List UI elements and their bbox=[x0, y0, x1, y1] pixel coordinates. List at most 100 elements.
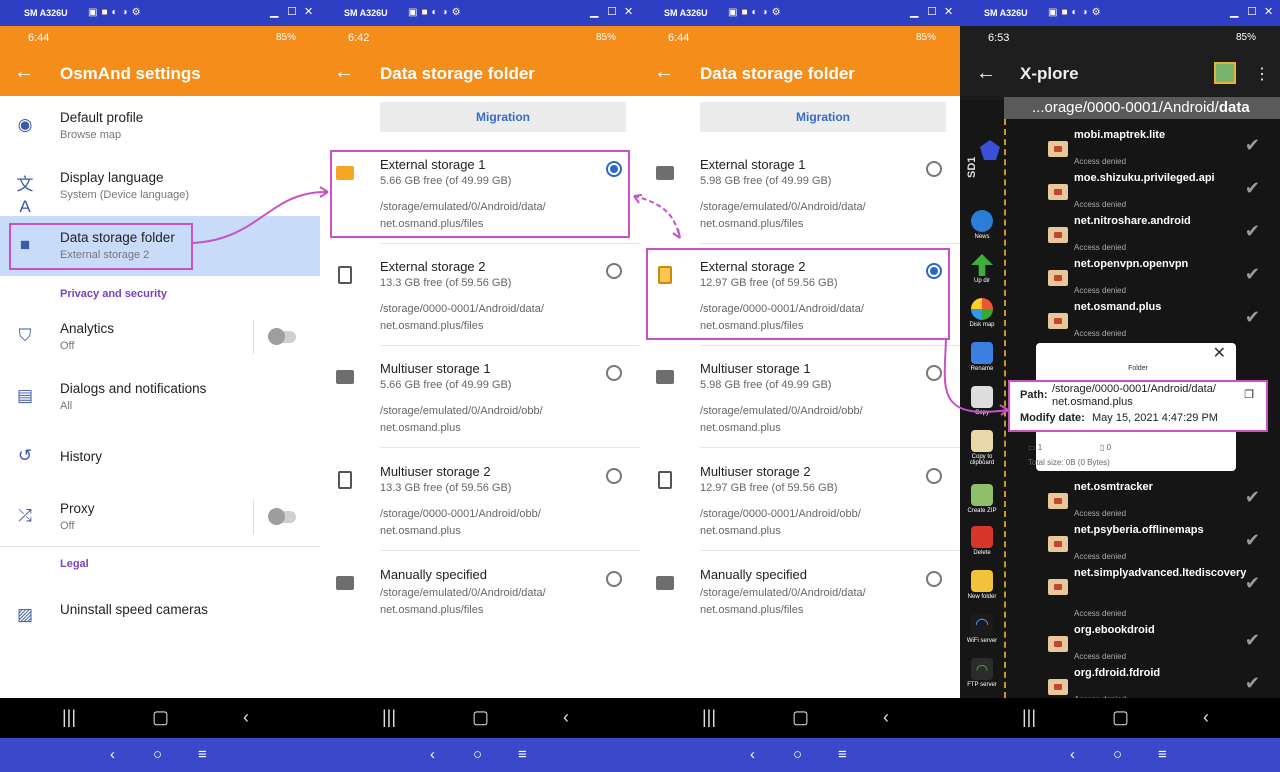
list-item[interactable]: net.simplyadvanced.ltediscovery Access de… bbox=[1006, 561, 1280, 618]
home-icon[interactable]: ▢ bbox=[792, 707, 809, 728]
minimize-icon[interactable]: ▁ bbox=[910, 6, 918, 18]
back-arrow-icon[interactable]: ← bbox=[976, 62, 996, 85]
maximize-icon[interactable]: ☐ bbox=[1247, 6, 1257, 18]
minimize-icon[interactable]: ▁ bbox=[270, 6, 278, 18]
close-icon[interactable]: ✕ bbox=[1264, 6, 1273, 18]
setting-analytics[interactable]: ⛉ Analytics Off bbox=[0, 307, 320, 367]
host-home-icon[interactable]: ○ bbox=[473, 746, 482, 763]
host-home-icon[interactable]: ○ bbox=[1113, 746, 1122, 763]
back-icon[interactable]: ‹ bbox=[563, 707, 569, 728]
close-icon[interactable]: ✕ bbox=[944, 6, 953, 18]
back-icon[interactable]: ‹ bbox=[883, 707, 889, 728]
back-arrow-icon[interactable]: ← bbox=[654, 60, 674, 84]
minimize-icon[interactable]: ▁ bbox=[1230, 6, 1238, 18]
proxy-toggle[interactable] bbox=[268, 508, 296, 525]
minimize-icon[interactable]: ▁ bbox=[590, 6, 598, 18]
close-icon[interactable]: ✕ bbox=[304, 6, 313, 18]
host-menu-icon[interactable]: ≡ bbox=[198, 746, 207, 763]
check-icon[interactable]: ✔ bbox=[1245, 178, 1260, 199]
back-arrow-icon[interactable]: ← bbox=[14, 60, 34, 84]
storage-option-manual[interactable]: Manually specified /storage/emulated/0/A… bbox=[320, 556, 640, 626]
host-menu-icon[interactable]: ≡ bbox=[518, 746, 527, 763]
maximize-icon[interactable]: ☐ bbox=[287, 6, 297, 18]
more-vert-icon[interactable]: ⋮ bbox=[1254, 64, 1270, 84]
map-icon[interactable] bbox=[1214, 62, 1236, 84]
window-tools-icon[interactable]: ▣■◐◑⚙ bbox=[88, 7, 145, 18]
host-menu-icon[interactable]: ≡ bbox=[1158, 746, 1167, 763]
path-breadcrumb[interactable]: ...orage/0000-0001/Android/data bbox=[1004, 97, 1280, 119]
list-item[interactable]: net.psyberia.offlinemaps Access denied ✔ bbox=[1006, 518, 1280, 561]
back-icon[interactable]: ‹ bbox=[243, 707, 249, 728]
back-icon[interactable]: ‹ bbox=[1203, 707, 1209, 728]
radio-unselected[interactable] bbox=[926, 571, 942, 587]
radio-unselected[interactable] bbox=[606, 365, 622, 381]
tool-disk-map[interactable]: Disk map bbox=[964, 298, 1000, 328]
check-icon[interactable]: ✔ bbox=[1245, 135, 1260, 156]
migration-button[interactable]: Migration bbox=[700, 102, 946, 132]
migration-button[interactable]: Migration bbox=[380, 102, 626, 132]
storage-option-multiuser-2[interactable]: Multiuser storage 2 13.3 GB free (of 59.… bbox=[320, 453, 640, 551]
recents-icon[interactable]: ||| bbox=[702, 707, 716, 728]
radio-unselected[interactable] bbox=[606, 468, 622, 484]
setting-history[interactable]: ↺ History bbox=[0, 427, 320, 487]
check-icon[interactable]: ✔ bbox=[1245, 573, 1260, 594]
recents-icon[interactable]: ||| bbox=[62, 707, 76, 728]
tool-wifi-server[interactable]: ◠ WiFi server bbox=[964, 614, 1000, 644]
window-tools-icon[interactable]: ▣■◐◑⚙ bbox=[1048, 7, 1105, 18]
recents-icon[interactable]: ||| bbox=[1022, 707, 1036, 728]
check-icon[interactable]: ✔ bbox=[1245, 630, 1260, 651]
storage-option-manual[interactable]: Manually specified /storage/emulated/0/A… bbox=[640, 556, 960, 626]
tool-ftp-server[interactable]: ◠ FTP server bbox=[964, 658, 1000, 688]
host-menu-icon[interactable]: ≡ bbox=[838, 746, 847, 763]
close-popup-icon[interactable]: ✕ bbox=[1213, 343, 1226, 363]
popup-tab-folder[interactable]: Folder bbox=[1108, 345, 1168, 375]
list-item[interactable]: net.osmand.plus Access denied ✔ bbox=[1006, 295, 1280, 338]
list-item[interactable]: net.openvpn.openvpn Access denied ✔ bbox=[1006, 252, 1280, 295]
home-icon[interactable]: ▢ bbox=[152, 707, 169, 728]
list-item[interactable]: mobi.maptrek.lite Access denied ✔ bbox=[1006, 123, 1280, 166]
storage-option-external-1[interactable]: External storage 1 5.98 GB free (of 49.9… bbox=[640, 146, 960, 244]
radio-unselected[interactable] bbox=[606, 571, 622, 587]
check-icon[interactable]: ✔ bbox=[1245, 673, 1260, 694]
check-icon[interactable]: ✔ bbox=[1245, 264, 1260, 285]
radio-unselected[interactable] bbox=[926, 161, 942, 177]
tool-news[interactable]: News bbox=[964, 210, 1000, 240]
setting-proxy[interactable]: ⤮ Proxy Off bbox=[0, 487, 320, 547]
tool-up-dir[interactable]: Up dir bbox=[964, 254, 1000, 284]
tool-new-folder[interactable]: New folder bbox=[964, 570, 1000, 600]
radio-unselected[interactable] bbox=[926, 365, 942, 381]
home-icon[interactable]: ▢ bbox=[1112, 707, 1129, 728]
check-icon[interactable]: ✔ bbox=[1245, 307, 1260, 328]
drive-icon[interactable] bbox=[980, 140, 1000, 160]
storage-option-multiuser-1[interactable]: Multiuser storage 1 5.66 GB free (of 49.… bbox=[320, 350, 640, 448]
home-icon[interactable]: ▢ bbox=[472, 707, 489, 728]
tool-copy-clipboard[interactable]: Copy to clipboard bbox=[964, 430, 1000, 466]
setting-dialogs-notifications[interactable]: ▤ Dialogs and notifications All bbox=[0, 367, 320, 427]
storage-option-multiuser-1[interactable]: Multiuser storage 1 5.98 GB free (of 49.… bbox=[640, 350, 960, 448]
storage-option-external-2[interactable]: External storage 2 13.3 GB free (of 59.5… bbox=[320, 248, 640, 346]
tool-rename[interactable]: Rename bbox=[964, 342, 1000, 372]
radio-unselected[interactable] bbox=[606, 263, 622, 279]
host-back-icon[interactable]: ‹ bbox=[750, 746, 755, 763]
window-tools-icon[interactable]: ▣■◐◑⚙ bbox=[408, 7, 465, 18]
tool-create-zip[interactable]: Create ZIP bbox=[964, 484, 1000, 514]
check-icon[interactable]: ✔ bbox=[1245, 530, 1260, 551]
setting-default-profile[interactable]: ◉ Default profile Browse map bbox=[0, 96, 320, 156]
radio-unselected[interactable] bbox=[926, 468, 942, 484]
list-item[interactable]: net.osmtracker Access denied ✔ bbox=[1006, 475, 1280, 518]
list-item[interactable]: moe.shizuku.privileged.api Access denied ✔ bbox=[1006, 166, 1280, 209]
maximize-icon[interactable]: ☐ bbox=[927, 6, 937, 18]
host-home-icon[interactable]: ○ bbox=[153, 746, 162, 763]
back-arrow-icon[interactable]: ← bbox=[334, 60, 354, 84]
tool-delete[interactable]: Delete bbox=[964, 526, 1000, 556]
setting-uninstall-speed-cameras[interactable]: ▨ Uninstall speed cameras bbox=[0, 586, 320, 646]
list-item[interactable]: net.nitroshare.android Access denied ✔ bbox=[1006, 209, 1280, 252]
close-icon[interactable]: ✕ bbox=[624, 6, 633, 18]
list-item[interactable]: org.ebookdroid Access denied ✔ bbox=[1006, 618, 1280, 661]
window-tools-icon[interactable]: ▣■◐◑⚙ bbox=[728, 7, 785, 18]
host-back-icon[interactable]: ‹ bbox=[1070, 746, 1075, 763]
storage-option-multiuser-2[interactable]: Multiuser storage 2 12.97 GB free (of 59… bbox=[640, 453, 960, 551]
host-home-icon[interactable]: ○ bbox=[793, 746, 802, 763]
analytics-toggle[interactable] bbox=[268, 328, 296, 345]
maximize-icon[interactable]: ☐ bbox=[607, 6, 617, 18]
